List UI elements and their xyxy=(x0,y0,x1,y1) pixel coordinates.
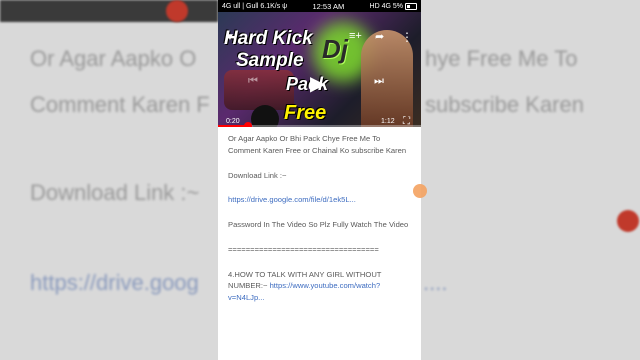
clock: 12:53 AM xyxy=(312,1,345,11)
video-title-line: Dj xyxy=(322,34,348,64)
download-label: Download Link :~ xyxy=(228,170,287,180)
seek-knob[interactable] xyxy=(244,122,253,127)
video-description: Or Agar Aapko Or Bhi Pack Chye Free Me T… xyxy=(218,127,421,304)
battery-icon xyxy=(405,2,417,10)
next-icon[interactable]: ⏭ xyxy=(374,75,384,88)
backdrop-red-dot xyxy=(617,210,639,232)
left-backdrop: Or Agar Aapko O Comment Karen F Download… xyxy=(0,0,218,360)
more-options-icon[interactable]: ⋮ xyxy=(401,30,413,44)
video-player[interactable]: Hard Kick Dj Sample Pack Free ▼ ≡+ ➦ ⋮ ⏮… xyxy=(218,12,421,127)
download-link[interactable]: https://drive.google.com/file/d/1ek5L... xyxy=(228,195,356,204)
description-text: Or Agar Aapko Or Bhi Pack Chye Free Me T… xyxy=(228,134,407,155)
status-bar: 4G ull | Gull 6.1K/s ψ 12:53 AM HD 4G 5% xyxy=(218,0,421,12)
divider-line: ================================== xyxy=(228,244,379,254)
video-title-line: Free xyxy=(284,102,327,124)
backdrop-text: Comment Karen F xyxy=(30,92,210,117)
thumbnail-singer xyxy=(361,30,413,127)
current-time: 0:20 xyxy=(226,118,240,125)
backdrop-link: https://drive.goog xyxy=(30,270,199,295)
backdrop-text: Download Link :~ xyxy=(30,180,200,205)
password-note: Password In The Video So Plz Fully Watch… xyxy=(228,220,409,230)
phone-screen: 4G ull | Gull 6.1K/s ψ 12:53 AM HD 4G 5%… xyxy=(218,0,421,360)
seek-bar[interactable] xyxy=(218,122,421,127)
backdrop-text: subscribe Karen xyxy=(425,92,584,117)
status-indicators: HD 4G 5% xyxy=(369,2,403,10)
add-to-queue-icon[interactable]: ≡+ xyxy=(349,30,362,42)
minimize-chevron-icon[interactable]: ▼ xyxy=(225,32,235,43)
total-time: 1:12 xyxy=(381,118,395,125)
touch-indicator xyxy=(251,105,279,127)
video-title-line: Sample xyxy=(236,50,304,71)
floating-dot xyxy=(413,184,427,198)
share-icon[interactable]: ➦ xyxy=(375,30,384,43)
network-status: 4G ull | Gull 6.1K/s ψ xyxy=(222,2,288,10)
previous-icon[interactable]: ⏮ xyxy=(248,75,258,88)
right-backdrop: hye Free Me To subscribe Karen .... xyxy=(421,0,640,360)
play-icon[interactable]: ▶ xyxy=(310,71,325,96)
backdrop-text: hye Free Me To xyxy=(425,46,578,71)
backdrop-red-dot xyxy=(166,0,188,22)
video-title-line: Hard Kick xyxy=(224,28,313,49)
item4-paragraph: 4.HOW TO TALK WITH ANY GIRL WITHOUT NUMB… xyxy=(228,269,411,304)
backdrop-text: .... xyxy=(423,270,448,295)
status-right: HD 4G 5% xyxy=(369,2,417,10)
backdrop-text: Or Agar Aapko O xyxy=(30,46,197,71)
